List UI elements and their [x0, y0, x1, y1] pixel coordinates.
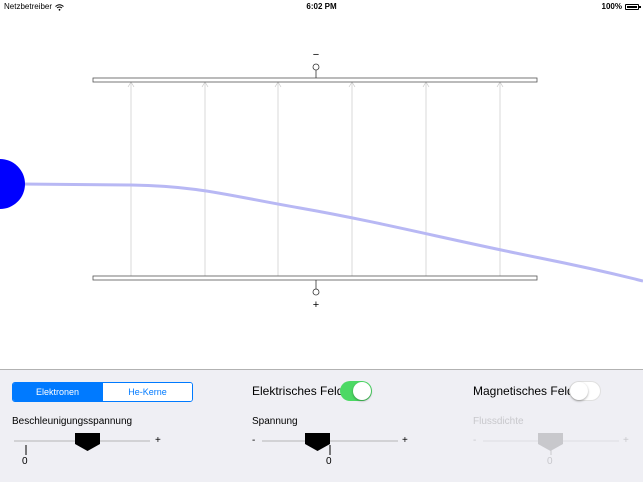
bottom-plate-sign: + [313, 299, 319, 311]
flux-plus: + [623, 435, 629, 446]
flux-value: 0 [547, 456, 553, 467]
particle-source [0, 159, 25, 209]
segment-he-kerne[interactable]: He-Kerne [102, 383, 192, 401]
flux-density-title: Flussdichte [473, 416, 524, 427]
segment-elektronen[interactable]: Elektronen [13, 383, 102, 401]
acceleration-voltage-title: Beschleunigungsspannung [12, 416, 133, 427]
voltage-title: Spannung [252, 416, 298, 427]
switch-knob [570, 382, 588, 400]
top-capacitor-plate [92, 63, 538, 83]
switch-knob [353, 382, 371, 400]
field-lines [127, 81, 504, 277]
magnetic-field-label: Magnetisches Feld [473, 384, 574, 398]
top-plate-sign: − [313, 49, 319, 61]
battery-percent: 100% [601, 2, 622, 11]
electric-field-label: Elektrisches Feld [252, 384, 344, 398]
acceleration-value: 0 [22, 456, 28, 467]
voltage-value: 0 [326, 456, 332, 467]
status-bar: Netzbetreiber 6:02 PM 100% [0, 0, 643, 14]
status-time: 6:02 PM [306, 2, 337, 11]
particle-beam-trajectory [19, 182, 643, 283]
battery-icon [625, 4, 641, 10]
simulation-canvas: − + [0, 49, 643, 311]
acceleration-plus: + [155, 435, 161, 446]
electric-field-switch[interactable] [340, 381, 372, 401]
flux-minus: - [473, 435, 477, 446]
voltage-plus: + [402, 435, 408, 446]
particle-type-segmented-control[interactable]: Elektronen He-Kerne [12, 382, 193, 402]
bottom-capacitor-plate [92, 275, 538, 296]
voltage-minus: - [252, 435, 256, 446]
battery-info: 100% [601, 0, 641, 14]
magnetic-field-switch[interactable] [569, 381, 601, 401]
